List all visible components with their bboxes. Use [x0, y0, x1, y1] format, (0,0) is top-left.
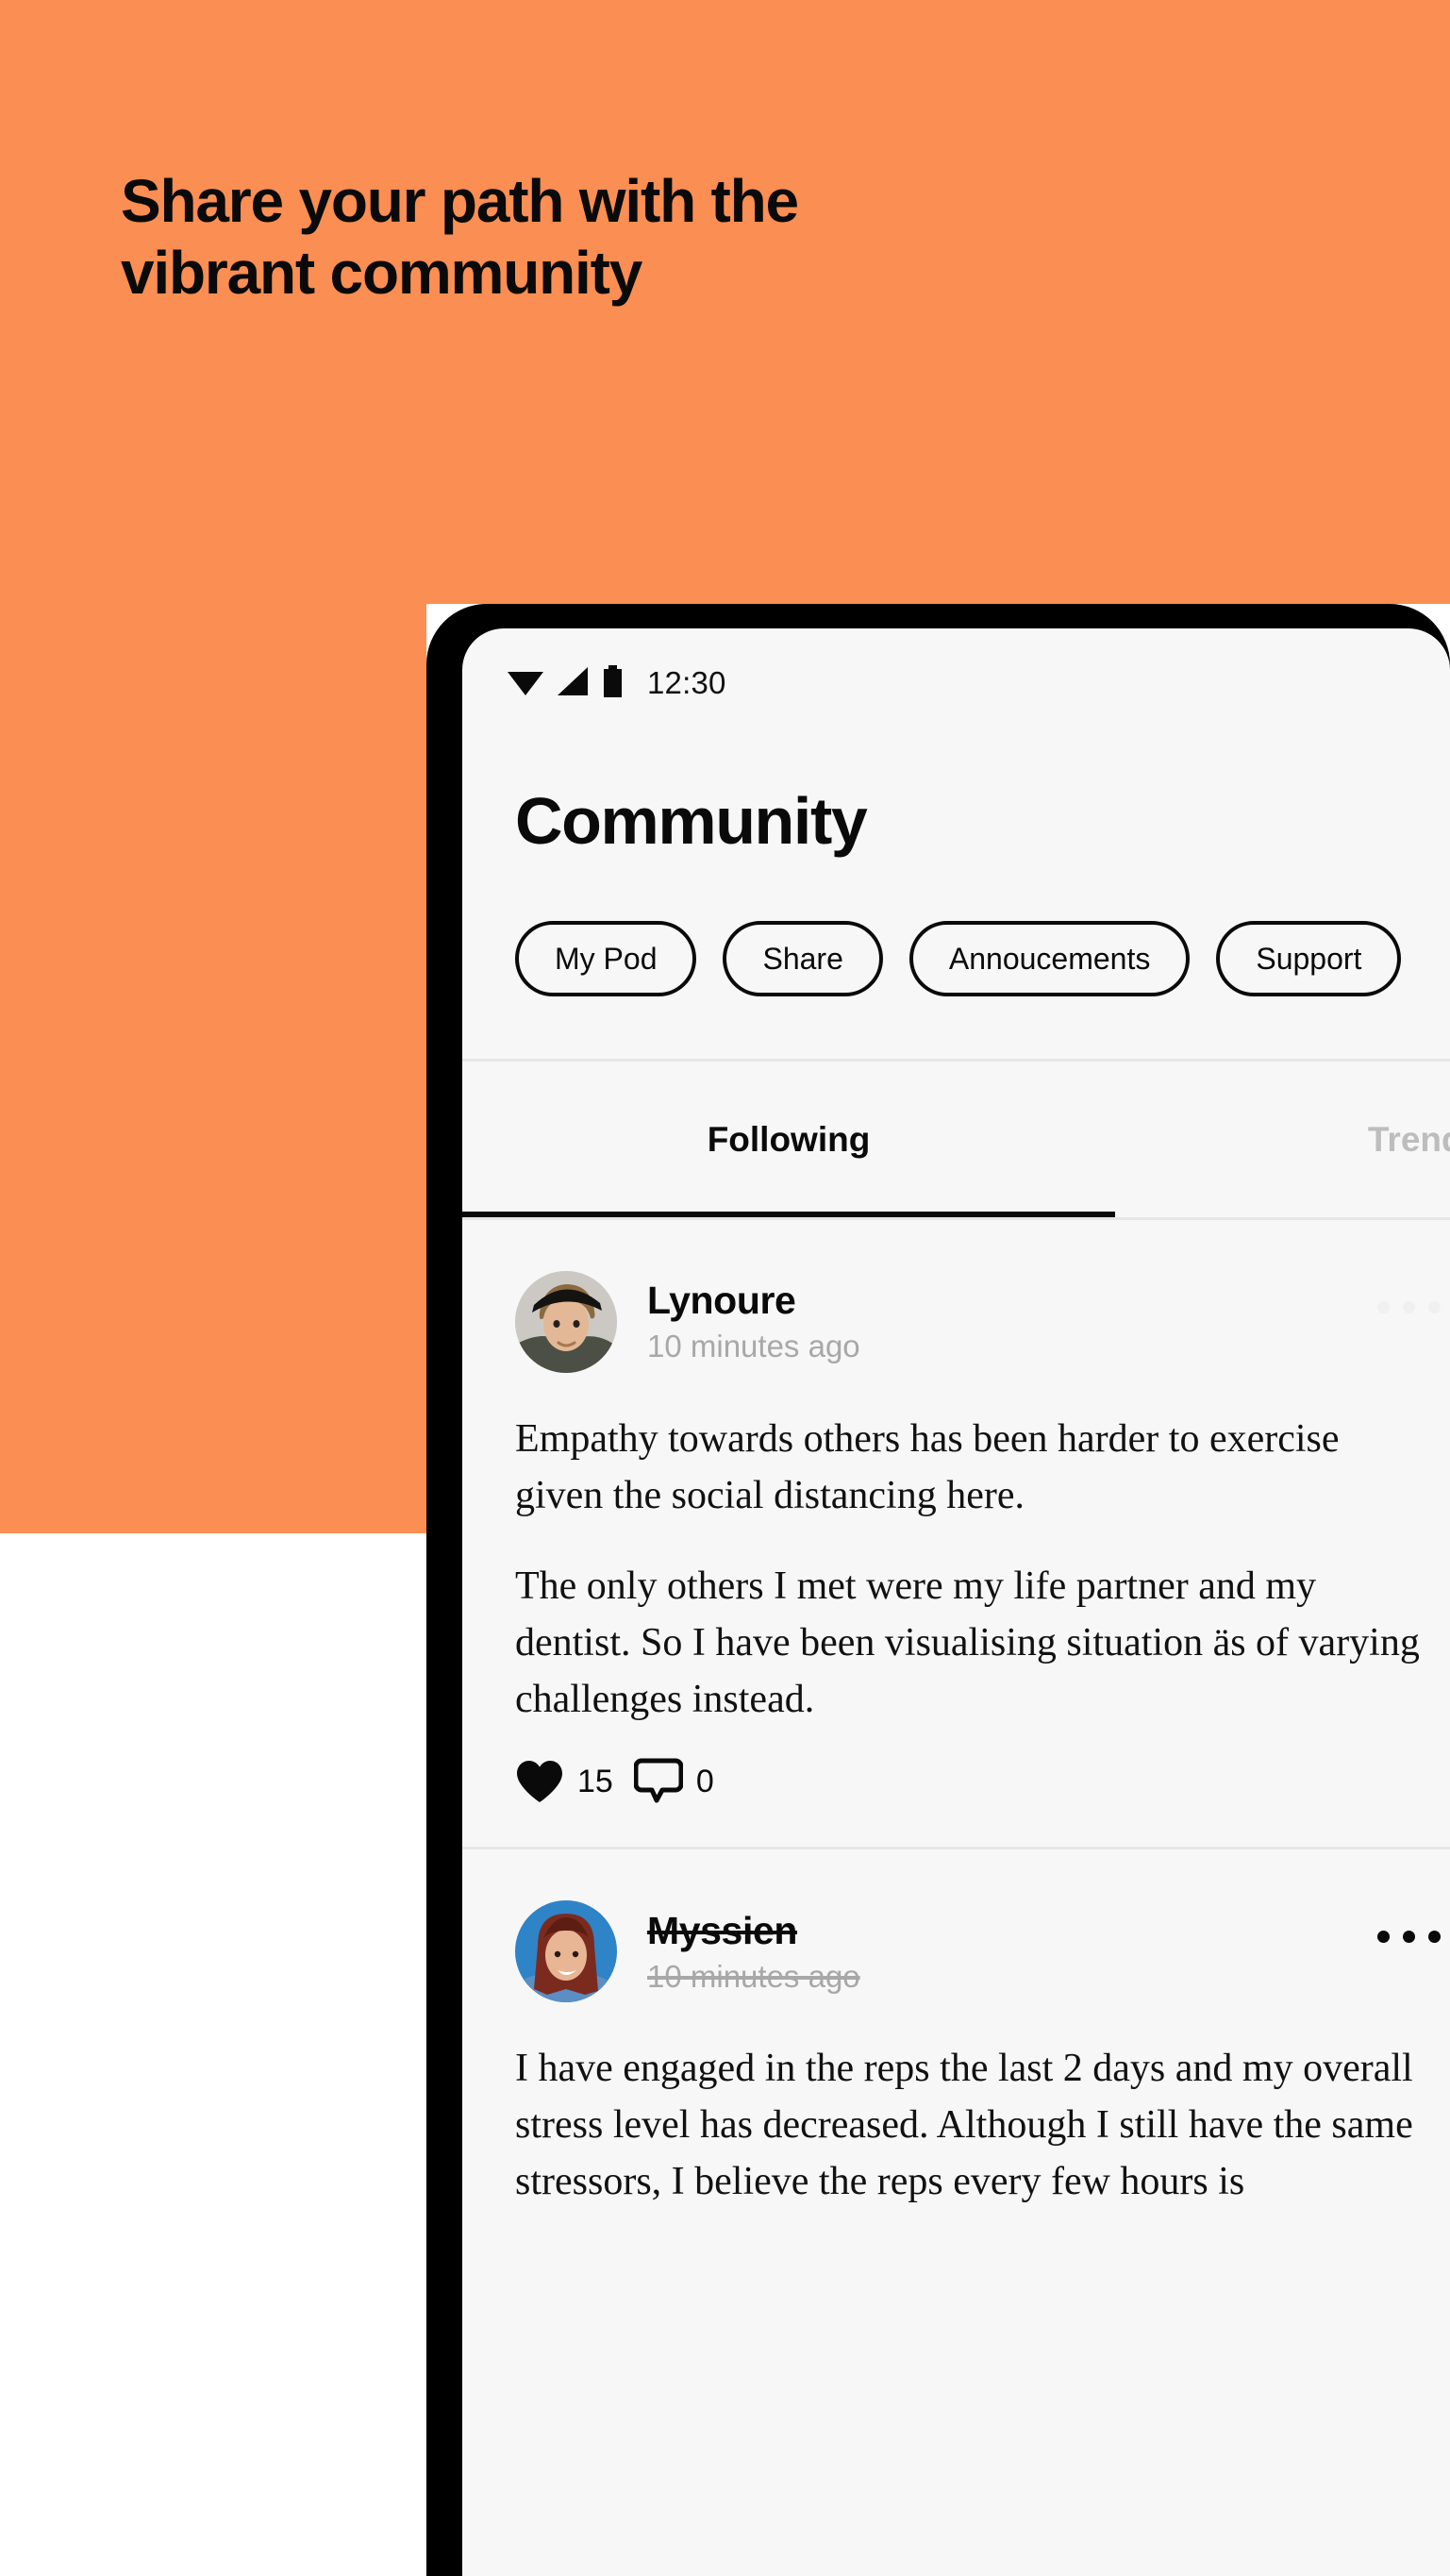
post-item: Lynoure 10 minutes ago Empathy towards o… — [462, 1217, 1450, 1847]
tab-trending[interactable]: Trending — [1115, 1062, 1450, 1217]
dot — [1377, 1931, 1390, 1944]
post-paragraph: Empathy towards others has been harder t… — [515, 1417, 1340, 1518]
chip-annoucements[interactable]: Annoucements — [908, 921, 1191, 996]
post-overflow-menu-icon[interactable] — [1377, 1931, 1441, 1944]
category-chip-row: My Pod Share Annoucements Support — [462, 859, 1450, 996]
tab-following[interactable]: Following — [462, 1062, 1115, 1217]
battery-icon — [602, 664, 624, 702]
like-count: 15 — [577, 1763, 613, 1799]
post-meta: Myssien 10 minutes ago — [647, 1908, 860, 1994]
post-item: Myssien 10 minutes ago I have engaged in… — [462, 1847, 1450, 2251]
post-author: Myssien — [647, 1908, 797, 1952]
heart-icon — [517, 1761, 562, 1803]
post-paragraph: The only others I met were my life partn… — [515, 1564, 1420, 1722]
feed-tab-bar: Following Trending — [462, 1059, 1450, 1217]
avatar[interactable] — [515, 1900, 617, 2003]
phone-screen: 12:30 Community My Pod Share Annoucement… — [462, 628, 1450, 2576]
post-timestamp: 10 minutes ago — [647, 1329, 860, 1364]
comment-icon — [633, 1758, 683, 1803]
post-header: Myssien 10 minutes ago — [515, 1900, 1450, 2003]
dot — [1428, 1931, 1441, 1944]
post-paragraph: I have engaged in the reps the last 2 da… — [515, 2047, 1413, 2204]
comment-button[interactable]: 0 — [633, 1758, 714, 1805]
promo-headline: Share your path with the vibrant communi… — [121, 167, 799, 308]
post-header: Lynoure 10 minutes ago — [515, 1271, 1450, 1373]
status-bar: 12:30 — [462, 628, 1450, 738]
dot — [1377, 1301, 1390, 1313]
comment-count: 0 — [695, 1763, 714, 1799]
dot — [1428, 1301, 1441, 1313]
dot — [1403, 1931, 1415, 1944]
post-body: Empathy towards others has been harder t… — [515, 1411, 1450, 1728]
cellular-signal-icon — [558, 666, 588, 700]
post-body: I have engaged in the reps the last 2 da… — [515, 2040, 1450, 2210]
phone-device-frame: 12:30 Community My Pod Share Annoucement… — [426, 604, 1450, 2576]
chip-my-pod[interactable]: My Pod — [515, 921, 697, 996]
post-author: Lynoure — [647, 1279, 796, 1323]
avatar[interactable] — [515, 1271, 617, 1373]
chip-support[interactable]: Support — [1216, 921, 1402, 996]
post-meta: Lynoure 10 minutes ago — [647, 1280, 860, 1363]
like-button[interactable]: 15 — [515, 1760, 613, 1803]
page-title: Community — [515, 784, 868, 858]
chip-share[interactable]: Share — [723, 921, 883, 996]
post-overflow-menu-icon[interactable] — [1377, 1301, 1441, 1313]
dot — [1403, 1301, 1415, 1313]
post-timestamp: 10 minutes ago — [647, 1958, 860, 1994]
wifi-icon — [508, 667, 543, 700]
post-reactions: 15 0 — [515, 1758, 1450, 1805]
status-bar-time: 12:30 — [647, 665, 726, 700]
